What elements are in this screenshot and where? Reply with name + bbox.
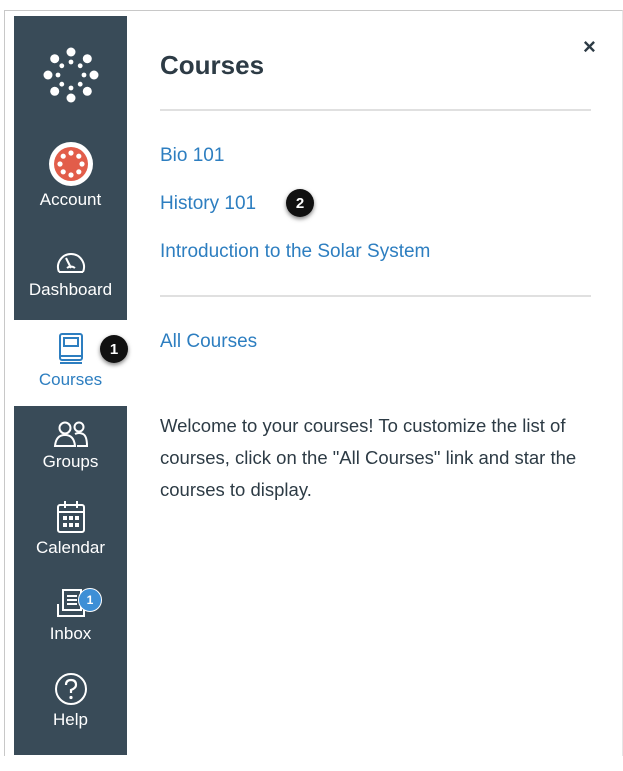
courses-book-icon xyxy=(58,333,83,364)
course-link-bio-101[interactable]: Bio 101 xyxy=(160,145,224,167)
callout-badge-1: 1 xyxy=(100,335,128,363)
nav-item-groups[interactable]: Groups xyxy=(14,420,127,472)
nav-item-courses[interactable]: Courses xyxy=(14,320,127,406)
account-avatar-icon xyxy=(48,142,93,186)
course-link-history-101[interactable]: History 101 xyxy=(160,193,256,215)
divider xyxy=(160,295,591,297)
nav-label-account: Account xyxy=(39,190,102,209)
nav-label-calendar: Calendar xyxy=(36,538,105,557)
divider xyxy=(160,109,591,111)
nav-label-courses: Courses xyxy=(38,370,103,389)
groups-icon xyxy=(53,421,88,447)
nav-item-help[interactable]: Help xyxy=(14,672,127,730)
inbox-unread-badge: 1 xyxy=(78,588,102,612)
calendar-icon xyxy=(56,501,85,533)
canvas-logo[interactable] xyxy=(14,16,127,134)
tray-title: Courses xyxy=(160,50,265,80)
nav-label-groups: Groups xyxy=(42,452,99,471)
dashboard-icon xyxy=(56,253,85,273)
welcome-text: Welcome to your courses! To customize th… xyxy=(160,415,577,500)
nav-item-calendar[interactable]: Calendar xyxy=(14,500,127,558)
callout-badge-2: 2 xyxy=(286,189,314,217)
all-courses-link[interactable]: All Courses xyxy=(160,331,257,353)
nav-item-dashboard[interactable]: Dashboard xyxy=(14,248,127,300)
course-link-solar-system[interactable]: Introduction to the Solar System xyxy=(160,241,430,263)
nav-label-help: Help xyxy=(53,710,88,729)
canvas-logo-icon xyxy=(43,47,98,103)
nav-label-inbox: Inbox xyxy=(49,624,92,643)
nav-label-dashboard: Dashboard xyxy=(28,280,113,299)
help-icon xyxy=(54,673,87,705)
nav-item-inbox[interactable]: 1 Inbox xyxy=(14,586,127,644)
nav-item-account[interactable]: Account xyxy=(14,142,127,210)
close-tray-button[interactable]: × xyxy=(583,34,596,60)
global-navigation: Account Dashboard Courses Groups Calenda… xyxy=(14,16,127,755)
